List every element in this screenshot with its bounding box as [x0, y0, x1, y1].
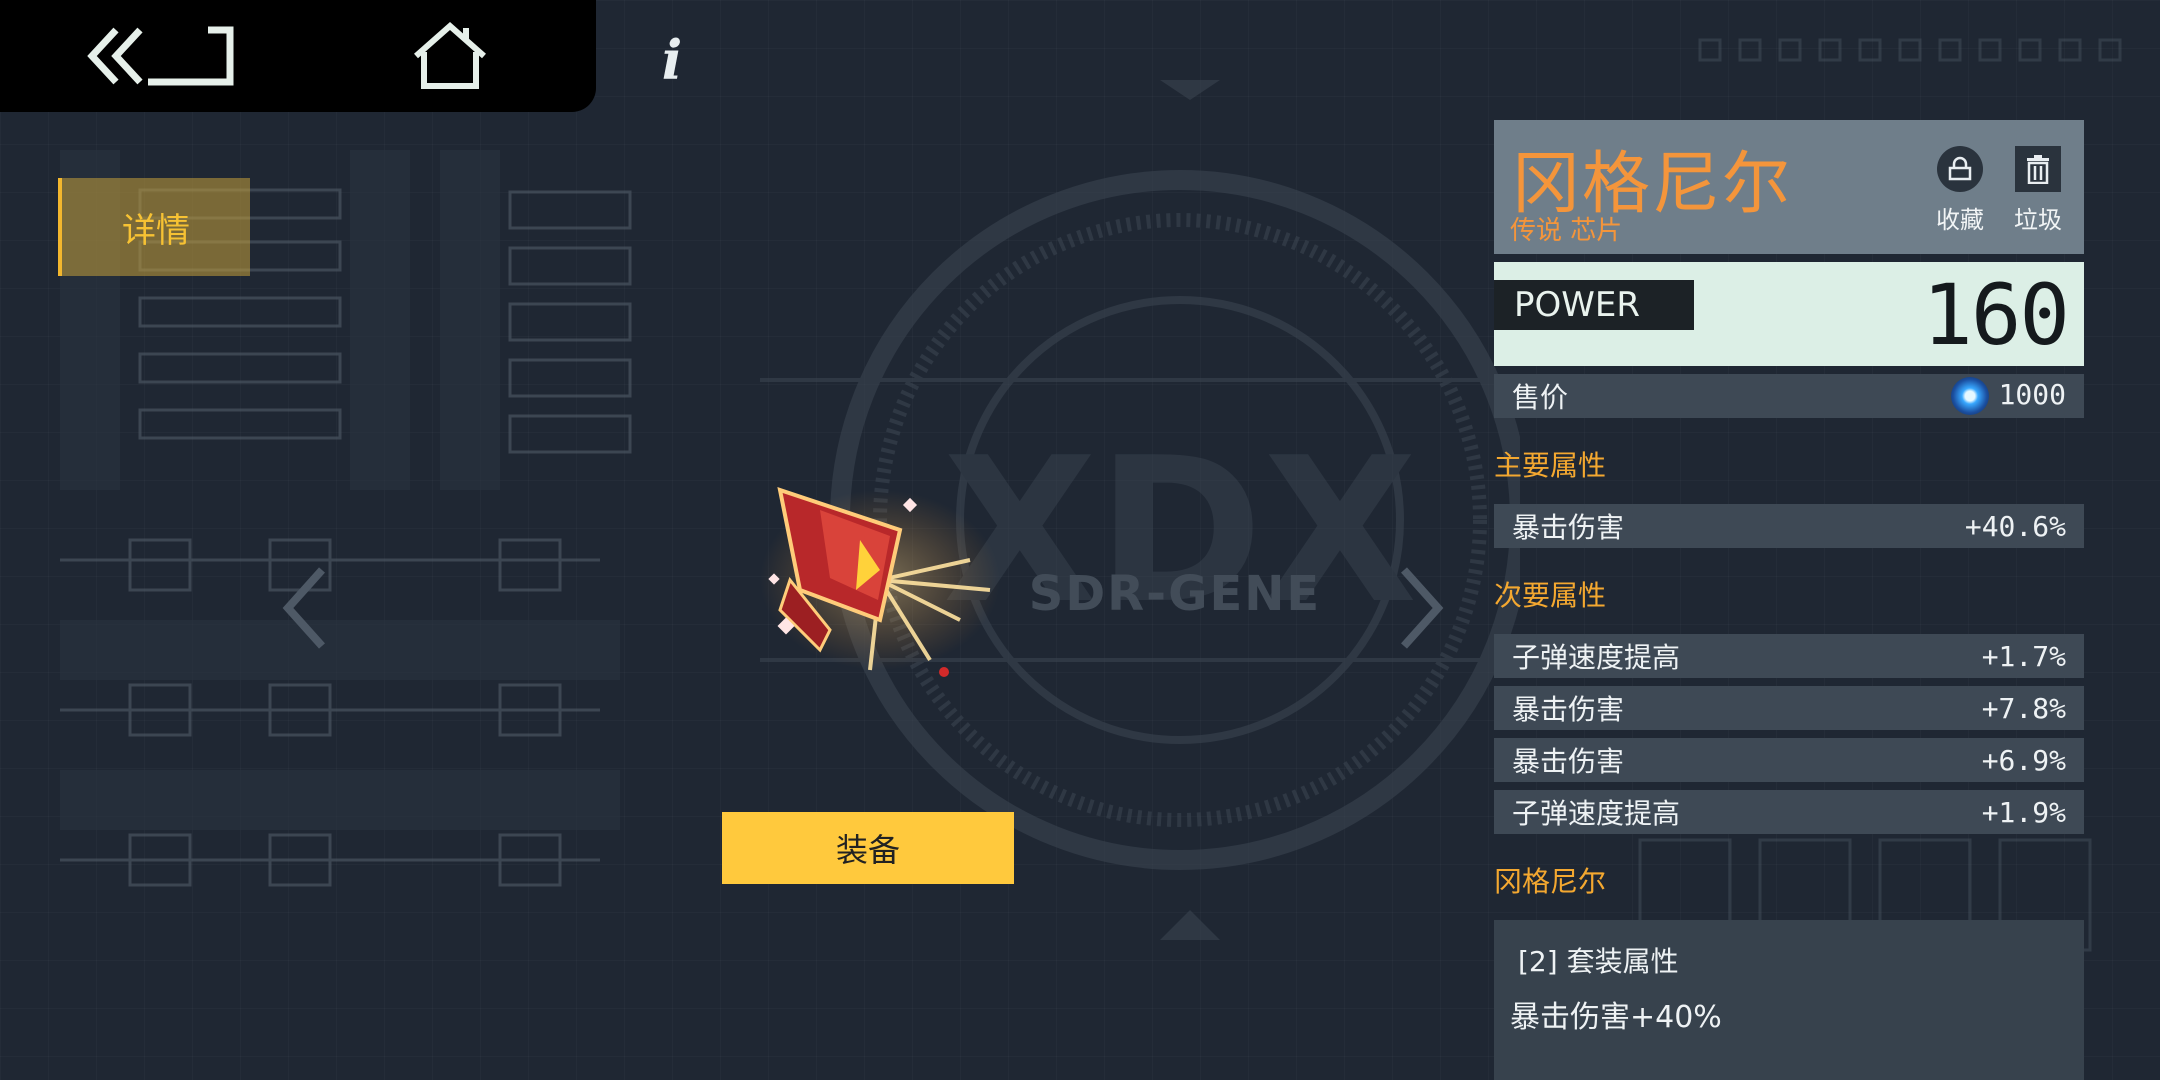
trash-button[interactable]: 垃圾 — [2006, 146, 2070, 235]
blue-orb-currency-icon — [1950, 377, 1989, 415]
attribute-value: +6.9% — [1981, 743, 2066, 777]
sub-attribute-row: 子弹速度提高 +1.7% — [1494, 634, 2084, 678]
attribute-value: +1.7% — [1981, 639, 2066, 673]
collect-button[interactable]: 收藏 — [1928, 146, 1992, 235]
back-button[interactable] — [86, 24, 236, 88]
main-attributes-title: 主要属性 — [1494, 449, 1607, 482]
main-attribute-row: 暴击伤害 +40.6% — [1494, 504, 2084, 548]
price-label: 售价 — [1512, 381, 1569, 414]
set-bonus-box: [2] 套装属性 暴击伤害+40% — [1494, 920, 2084, 1080]
trash-icon — [2015, 146, 2061, 192]
attribute-name: 子弹速度提高 — [1512, 797, 1681, 830]
power-label: POWER — [1494, 280, 1694, 330]
attribute-name: 暴击伤害 — [1512, 693, 1625, 726]
next-item-arrow[interactable] — [1400, 566, 1444, 650]
power-box: POWER 160 — [1494, 262, 2084, 366]
sub-attribute-row: 暴击伤害 +6.9% — [1494, 738, 2084, 782]
sub-attribute-row: 暴击伤害 +7.8% — [1494, 686, 2084, 730]
attribute-value: +1.9% — [1981, 795, 2066, 829]
lock-icon — [1937, 146, 1983, 192]
set-bonus-title: [2] 套装属性 — [1518, 945, 1679, 978]
equip-button-label: 装备 — [835, 831, 900, 869]
chip-item-artwork — [760, 487, 1000, 677]
home-button[interactable] — [412, 22, 488, 90]
top-nav-bar — [0, 0, 596, 112]
trash-label: 垃圾 — [2014, 206, 2062, 234]
attribute-name: 暴击伤害 — [1512, 745, 1625, 778]
tab-detail-label: 详情 — [122, 210, 190, 251]
attribute-value: +40.6% — [1964, 509, 2066, 543]
sub-attribute-row: 子弹速度提高 +1.9% — [1494, 790, 2084, 834]
equip-button[interactable]: 装备 — [722, 812, 1014, 884]
power-value: 160 — [1922, 266, 2070, 364]
chevron-left-icon — [282, 567, 325, 649]
home-icon — [414, 22, 486, 89]
collect-label: 收藏 — [1936, 206, 1984, 234]
attribute-name: 暴击伤害 — [1512, 511, 1625, 544]
previous-item-arrow[interactable] — [282, 566, 326, 650]
attribute-name: 子弹速度提高 — [1512, 641, 1681, 674]
double-chevron-left-icon — [87, 26, 234, 86]
info-button[interactable]: i — [654, 30, 690, 90]
sub-attributes-title: 次要属性 — [1494, 579, 1607, 612]
attribute-value: +7.8% — [1981, 691, 2066, 725]
set-title: 冈格尼尔 — [1494, 865, 1607, 898]
item-header: 冈格尼尔 传说 芯片 收藏 垃圾 — [1494, 120, 2084, 254]
chevron-right-icon — [1401, 567, 1444, 649]
emblem-text: SDR-GENE — [1028, 566, 1322, 622]
tab-detail[interactable]: 详情 — [58, 178, 250, 276]
item-rarity: 传说 芯片 — [1510, 216, 1623, 246]
price-value: 1000 — [1998, 378, 2066, 411]
price-row: 售价 1000 — [1494, 374, 2084, 418]
set-bonus-description: 暴击伤害+40% — [1510, 1000, 1722, 1035]
